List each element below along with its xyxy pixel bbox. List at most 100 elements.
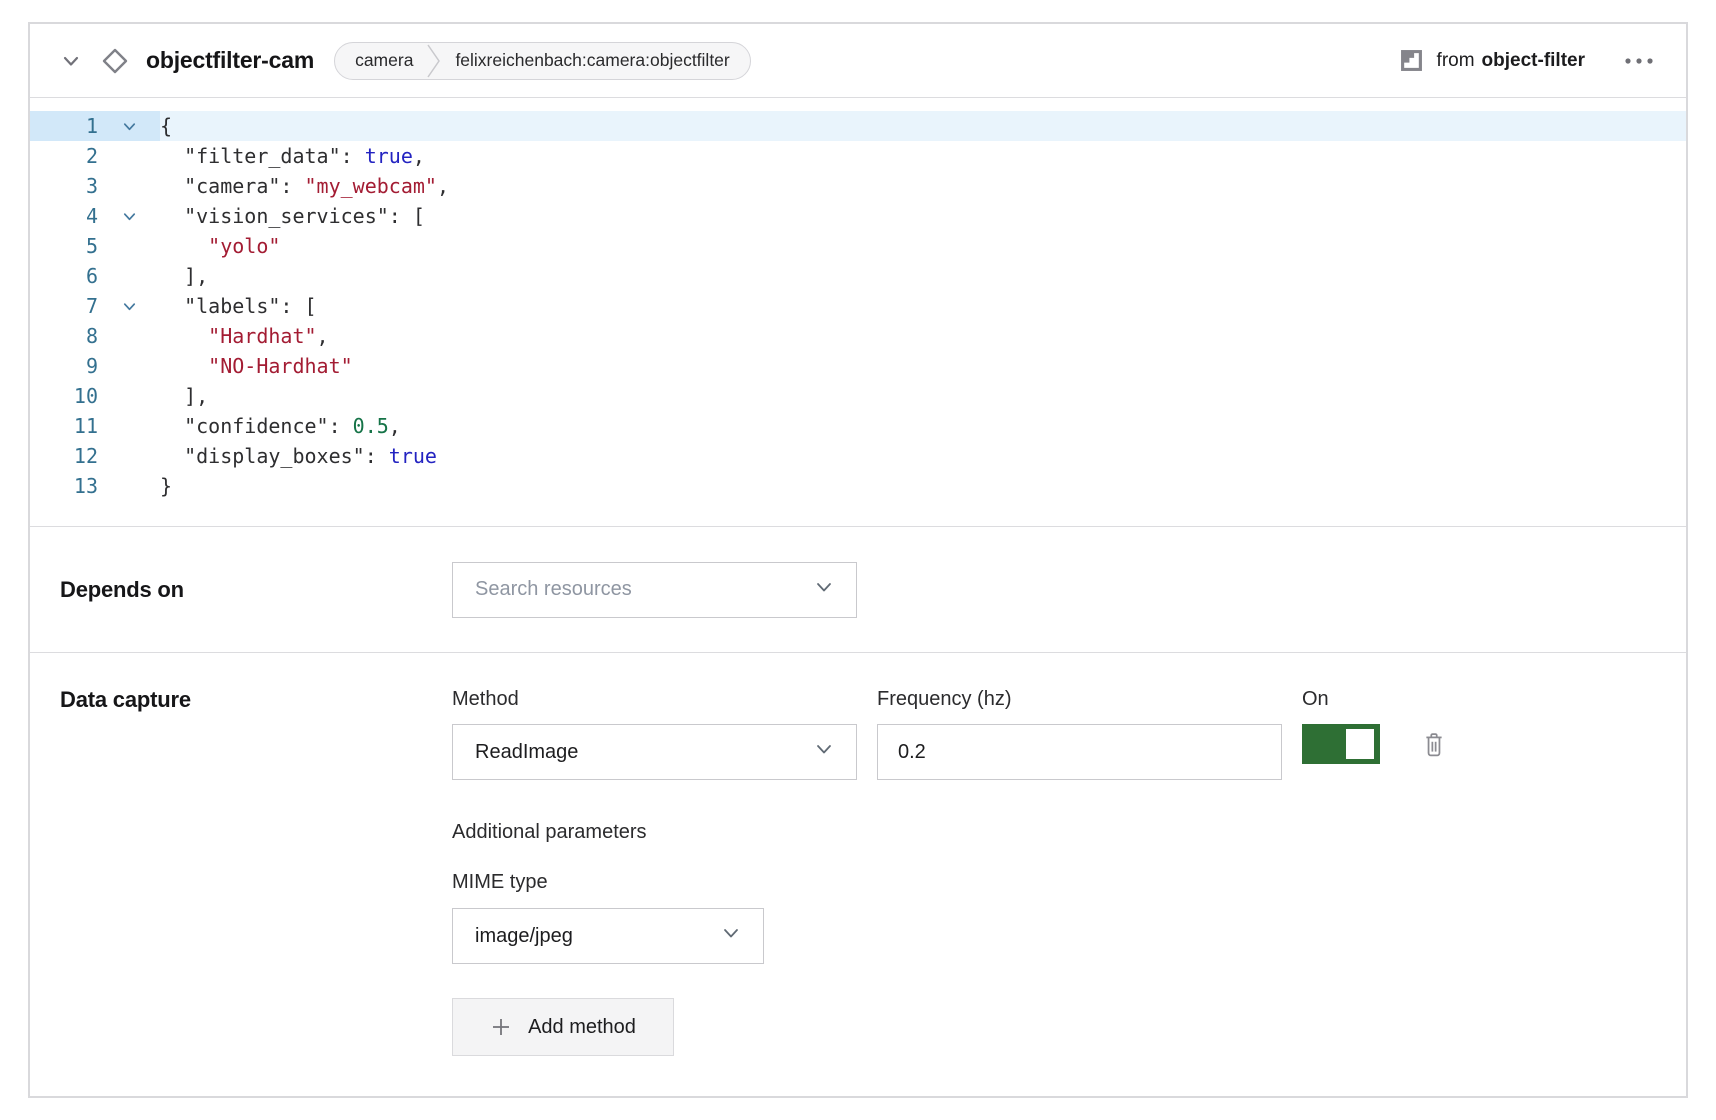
ellipsis-menu-button[interactable] (1623, 57, 1656, 65)
resource-card: objectfilter-cam camera felixreichenbach… (28, 22, 1688, 1098)
frequency-field: Frequency (hz) (877, 687, 1282, 780)
line-number: 10 (30, 384, 98, 408)
code-text: "filter_data": true, (160, 144, 425, 168)
line-number: 13 (30, 474, 98, 498)
code-text: "camera": "my_webcam", (160, 174, 449, 198)
code-text: ], (160, 384, 208, 408)
frequency-input[interactable] (877, 724, 1282, 780)
code-line[interactable]: 13} (30, 471, 1686, 501)
code-line[interactable]: 5 "yolo" (30, 231, 1686, 261)
line-number: 1 (30, 114, 98, 138)
code-line[interactable]: 12 "display_boxes": true (30, 441, 1686, 471)
add-method-button[interactable]: Add method (452, 998, 674, 1056)
mime-type-label: MIME type (452, 870, 1656, 894)
delete-method-button[interactable] (1422, 731, 1446, 758)
resource-title: objectfilter-cam (146, 47, 314, 74)
fold-chevron-icon[interactable] (98, 299, 160, 314)
data-capture-toggle[interactable] (1302, 724, 1380, 764)
module-origin: from object-filter (1400, 49, 1585, 72)
line-number: 6 (30, 264, 98, 288)
depends-on-select[interactable]: Search resources (452, 562, 857, 618)
gutter: 2 (30, 141, 160, 171)
chevron-down-icon (814, 739, 834, 765)
depends-on-label: Depends on (60, 577, 452, 603)
line-number: 8 (30, 324, 98, 348)
line-number: 4 (30, 204, 98, 228)
method-field: Method ReadImage (452, 687, 857, 780)
code-text: "vision_services": [ (160, 204, 425, 228)
line-number: 3 (30, 174, 98, 198)
resource-type-badge: camera felixreichenbach:camera:objectfil… (334, 42, 751, 80)
method-value: ReadImage (475, 741, 578, 764)
add-method-label: Add method (528, 1016, 636, 1039)
method-label: Method (452, 687, 857, 711)
code-text: "display_boxes": true (160, 444, 437, 468)
data-capture-section: Data capture Method ReadImage Frequency … (30, 653, 1686, 1086)
resource-model-label: felixreichenbach:camera:objectfilter (455, 50, 729, 71)
code-line[interactable]: 2 "filter_data": true, (30, 141, 1686, 171)
resource-card-header: objectfilter-cam camera felixreichenbach… (30, 24, 1686, 98)
code-text: "labels": [ (160, 294, 317, 318)
line-number: 7 (30, 294, 98, 318)
chevron-down-icon (814, 577, 834, 603)
code-line[interactable]: 4 "vision_services": [ (30, 201, 1686, 231)
code-line[interactable]: 11 "confidence": 0.5, (30, 411, 1686, 441)
mime-type-select[interactable]: image/jpeg (452, 908, 764, 964)
code-text: "NO-Hardhat" (160, 354, 353, 378)
toggle-knob (1346, 729, 1374, 759)
code-line[interactable]: 1{ (30, 111, 1686, 141)
code-text: } (160, 474, 172, 498)
component-diamond-icon (100, 46, 130, 76)
module-icon (1400, 49, 1423, 72)
data-capture-label: Data capture (60, 687, 452, 713)
line-number: 2 (30, 144, 98, 168)
gutter: 4 (30, 201, 160, 231)
trash-icon (1422, 731, 1446, 758)
additional-parameters-label: Additional parameters (452, 820, 1656, 844)
gutter: 10 (30, 381, 160, 411)
gutter: 7 (30, 291, 160, 321)
line-number: 12 (30, 444, 98, 468)
gutter: 8 (30, 321, 160, 351)
line-number: 11 (30, 414, 98, 438)
code-line[interactable]: 3 "camera": "my_webcam", (30, 171, 1686, 201)
code-line[interactable]: 7 "labels": [ (30, 291, 1686, 321)
collapse-chevron-icon[interactable] (60, 50, 82, 72)
gutter: 1 (30, 111, 160, 141)
gutter: 5 (30, 231, 160, 261)
code-editor[interactable]: 1{2 "filter_data": true,3 "camera": "my_… (30, 98, 1686, 527)
from-prefix: from (1437, 50, 1475, 72)
depends-on-placeholder: Search resources (475, 578, 632, 601)
module-origin-text: from object-filter (1437, 50, 1585, 72)
gutter: 9 (30, 351, 160, 381)
gutter: 11 (30, 411, 160, 441)
gutter: 6 (30, 261, 160, 291)
capture-toggle-field: On (1302, 687, 1446, 780)
chevron-down-icon (721, 923, 741, 949)
fold-chevron-icon[interactable] (98, 209, 160, 224)
code-text: "Hardhat", (160, 324, 329, 348)
code-text: "yolo" (160, 234, 280, 258)
line-number: 5 (30, 234, 98, 258)
gutter: 3 (30, 171, 160, 201)
line-number: 9 (30, 354, 98, 378)
module-name: object-filter (1482, 50, 1585, 72)
code-text: "confidence": 0.5, (160, 414, 401, 438)
frequency-label: Frequency (hz) (877, 687, 1282, 711)
depends-on-section: Depends on Search resources (30, 527, 1686, 653)
mime-type-value: image/jpeg (475, 925, 573, 948)
resource-type-label: camera (355, 50, 413, 71)
code-line[interactable]: 9 "NO-Hardhat" (30, 351, 1686, 381)
toggle-on-label: On (1302, 687, 1446, 711)
plus-icon (490, 1016, 512, 1038)
code-text: ], (160, 264, 208, 288)
gutter: 12 (30, 441, 160, 471)
method-select[interactable]: ReadImage (452, 724, 857, 780)
fold-chevron-icon[interactable] (98, 119, 160, 134)
code-line[interactable]: 10 ], (30, 381, 1686, 411)
badge-separator-icon (427, 42, 441, 80)
gutter: 13 (30, 471, 160, 501)
code-text: { (160, 114, 172, 138)
code-line[interactable]: 8 "Hardhat", (30, 321, 1686, 351)
code-line[interactable]: 6 ], (30, 261, 1686, 291)
